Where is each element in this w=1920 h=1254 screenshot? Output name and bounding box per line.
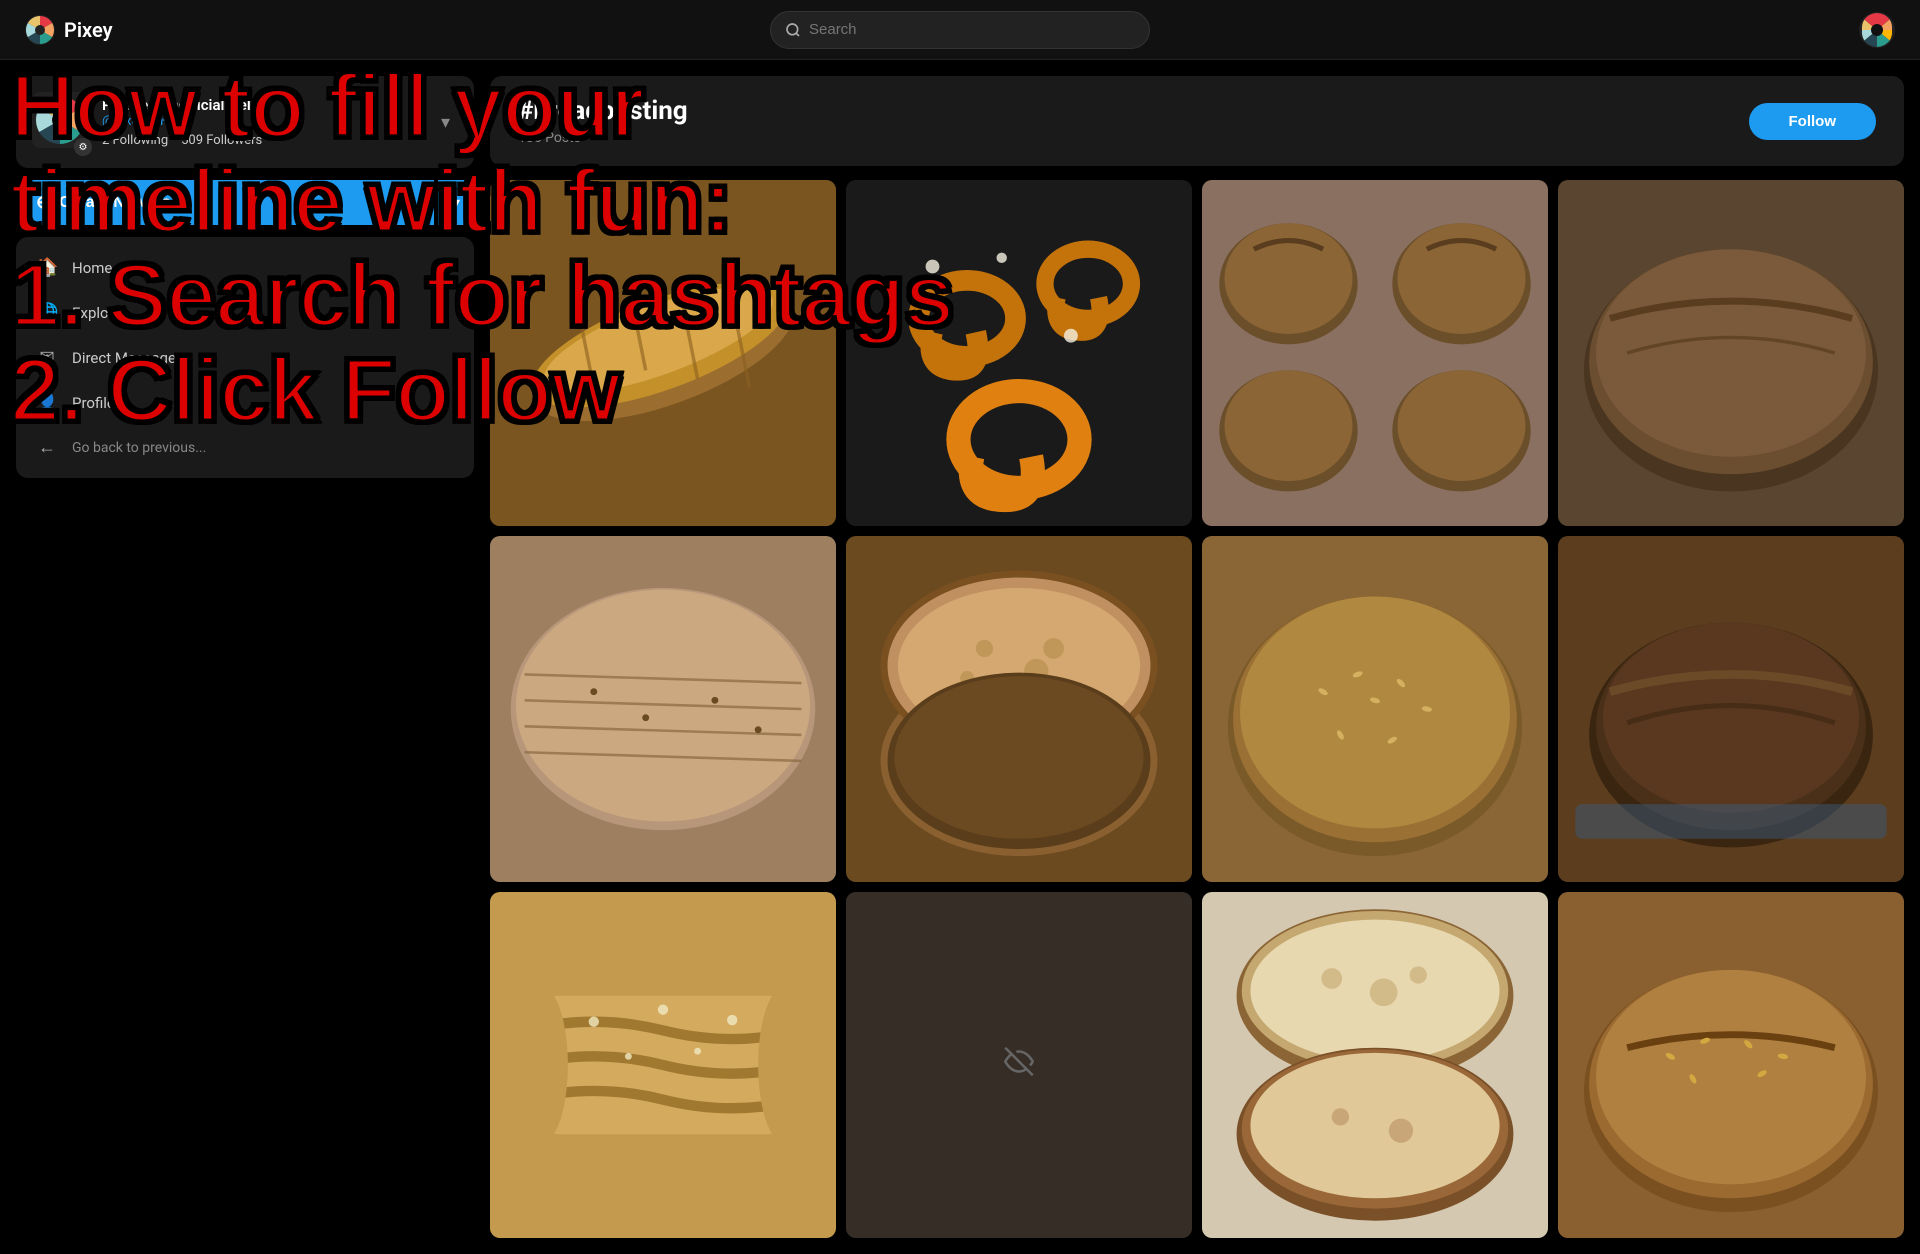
nav-item-messages[interactable]: ✉ Direct Messages [16, 335, 474, 380]
grid-item-10[interactable] [846, 892, 1192, 1238]
explore-icon: 🌐 [36, 302, 58, 323]
profile-avatar-wrap: ⚙ [32, 92, 88, 152]
grid-item-5[interactable] [490, 536, 836, 882]
nav-item-profile[interactable]: 👤 Profile [16, 380, 474, 425]
brand-logo[interactable]: Pixey [24, 14, 184, 46]
nav-right [1736, 11, 1896, 49]
create-post-caret-button[interactable]: ▾ [438, 180, 474, 225]
nav-label-profile: Profile [72, 394, 115, 412]
create-post-button[interactable]: ⊕ Create New Post [16, 180, 434, 225]
grid-item-9[interactable] [490, 892, 836, 1238]
profile-handle[interactable]: @PixelfedHelp [102, 114, 419, 129]
grid-item-12[interactable] [1558, 892, 1904, 1238]
main-layout: ⚙ Pixelfed Unofficial Help @PixelfedHelp… [0, 0, 1920, 1254]
bread-image-2 [846, 180, 1192, 526]
bread-image-9 [490, 892, 836, 1238]
profile-stats: 2 Following 509 Followers [102, 133, 419, 148]
follow-button[interactable]: Follow [1749, 103, 1877, 140]
grid-item-7[interactable] [1202, 536, 1548, 882]
messages-icon: ✉ [36, 347, 58, 368]
bread-image-7 [1202, 536, 1548, 882]
brand-name: Pixey [64, 18, 113, 42]
bread-image-12 [1558, 892, 1904, 1238]
profile-card: ⚙ Pixelfed Unofficial Help @PixelfedHelp… [16, 76, 474, 168]
hashtag-count: 136 Posts [518, 130, 688, 146]
grid-item-1[interactable] [490, 180, 836, 526]
create-post-row: ⊕ Create New Post ▾ [16, 180, 474, 225]
brand-icon [24, 14, 56, 46]
bread-image-6 [846, 536, 1192, 882]
grid-item-8[interactable] [1558, 536, 1904, 882]
following-count: 2 [102, 133, 109, 148]
left-sidebar: ⚙ Pixelfed Unofficial Help @PixelfedHelp… [0, 60, 490, 1254]
nav-label-messages: Direct Messages [72, 349, 184, 367]
posts-count: 136 [518, 130, 542, 146]
profile-info: Pixelfed Unofficial Help @PixelfedHelp 2… [102, 96, 419, 148]
profile-dropdown-button[interactable]: ▾ [433, 108, 458, 137]
hashtag-title: #breadposting [518, 96, 688, 126]
bread-image-1 [490, 180, 836, 526]
followers-count: 509 [181, 133, 203, 148]
create-post-label: Create New Post [59, 194, 185, 212]
bread-image-4 [1558, 180, 1904, 526]
topnav: Pixey [0, 0, 1920, 60]
hidden-icon [1004, 1047, 1034, 1084]
hashtag-header: #breadposting 136 Posts Follow [490, 76, 1904, 166]
back-icon: ← [36, 437, 58, 458]
profile-name: Pixelfed Unofficial Help [102, 96, 419, 114]
image-grid [490, 180, 1904, 1238]
grid-item-11[interactable] [1202, 892, 1548, 1238]
nav-label-home: Home [72, 259, 112, 277]
following-label: Following [113, 133, 169, 148]
nav-item-explore[interactable]: 🌐 Explore [16, 290, 474, 335]
nav-menu: 🏠 Home 🌐 Explore ✉ Direct Messages 👤 Pro… [16, 237, 474, 478]
create-post-circle-icon: ⊕ [36, 192, 51, 213]
grid-item-6[interactable] [846, 536, 1192, 882]
bread-image-8 [1558, 536, 1904, 882]
followers-label: Followers [206, 133, 262, 148]
search-icon [785, 22, 801, 38]
settings-badge[interactable]: ⚙ [74, 138, 92, 156]
bread-image-5 [490, 536, 836, 882]
home-icon: 🏠 [36, 257, 58, 278]
grid-item-2[interactable] [846, 180, 1192, 526]
grid-item-3[interactable] [1202, 180, 1548, 526]
search-input[interactable] [809, 21, 1135, 38]
bread-image-11 [1202, 892, 1548, 1238]
bread-image-3 [1202, 180, 1548, 526]
search-bar[interactable] [770, 11, 1150, 49]
posts-label: Posts [545, 130, 581, 146]
user-avatar[interactable] [1858, 11, 1896, 49]
nav-label-explore: Explore [72, 304, 122, 322]
nav-label-back: Go back to previous... [72, 440, 206, 456]
grid-item-4[interactable] [1558, 180, 1904, 526]
search-bar-wrap [184, 11, 1736, 49]
profile-icon: 👤 [36, 392, 58, 413]
content-area: #breadposting 136 Posts Follow [490, 60, 1920, 1254]
nav-item-back[interactable]: ← Go back to previous... [16, 425, 474, 470]
nav-item-home[interactable]: 🏠 Home [16, 245, 474, 290]
hashtag-info: #breadposting 136 Posts [518, 96, 688, 146]
